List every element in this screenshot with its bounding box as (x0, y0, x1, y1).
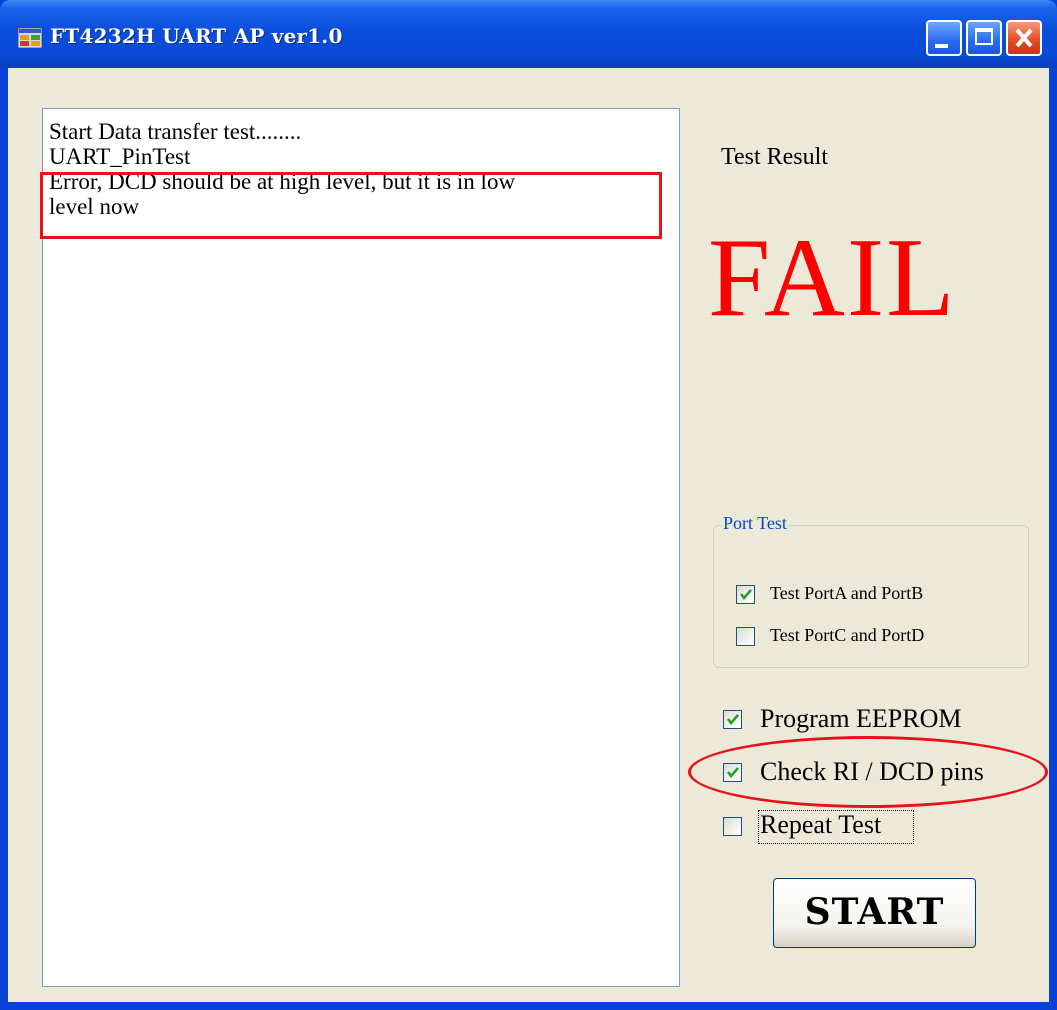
repeat-test-label[interactable]: Repeat Test (760, 810, 881, 840)
repeat-test-checkbox[interactable] (723, 817, 742, 836)
program-eeprom-checkbox[interactable] (723, 710, 742, 729)
test-porta-portb-label[interactable]: Test PortA and PortB (770, 583, 923, 604)
minimize-icon (935, 44, 948, 48)
test-porta-portb-checkbox[interactable] (736, 585, 755, 604)
program-eeprom-label[interactable]: Program EEPROM (760, 704, 962, 734)
close-button[interactable] (1006, 20, 1042, 56)
client-area: Start Data transfer test........ UART_Pi… (8, 68, 1049, 1002)
start-button[interactable]: START (773, 878, 976, 948)
close-icon (1015, 28, 1033, 48)
log-line: UART_PinTest (49, 144, 191, 169)
checkmark-icon (727, 714, 739, 725)
check-ri-dcd-annotation (688, 736, 1048, 808)
test-portc-portd-label[interactable]: Test PortC and PortD (770, 625, 924, 646)
app-window-icon (18, 28, 42, 48)
app-window: FT4232H UART AP ver1.0 Start Data transf… (0, 0, 1057, 1010)
test-result-status: FAIL (708, 216, 957, 340)
log-textbox[interactable]: Start Data transfer test........ UART_Pi… (42, 108, 680, 987)
error-highlight-annotation (40, 172, 662, 239)
checkmark-icon (740, 589, 752, 600)
test-portc-portd-checkbox[interactable] (736, 627, 755, 646)
log-line: Start Data transfer test........ (49, 119, 302, 144)
port-test-group-title: Port Test (721, 513, 789, 534)
test-result-label: Test Result (721, 144, 828, 170)
maximize-icon (975, 28, 993, 45)
maximize-button[interactable] (966, 20, 1002, 56)
window-title: FT4232H UART AP ver1.0 (50, 24, 343, 48)
title-bar[interactable]: FT4232H UART AP ver1.0 (0, 0, 1057, 68)
minimize-button[interactable] (926, 20, 962, 56)
